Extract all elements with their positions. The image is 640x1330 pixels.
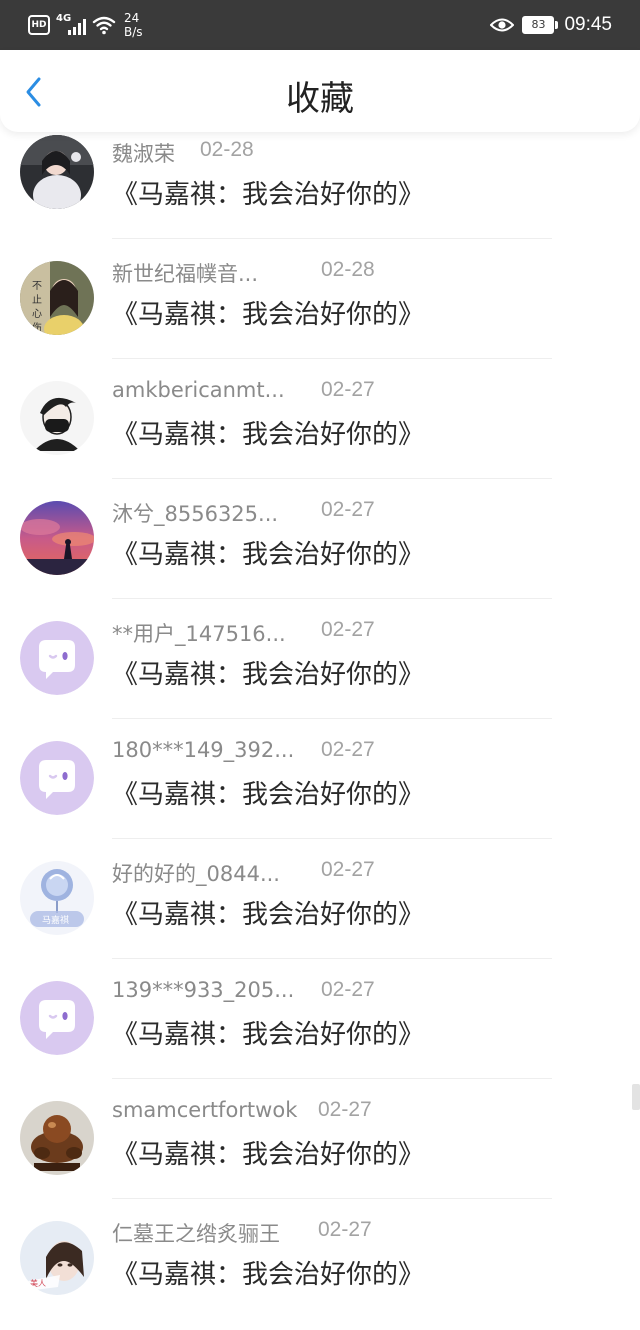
status-left: HD 4G 24 B/s — [28, 10, 150, 40]
header: 收藏 — [0, 50, 640, 132]
username[interactable]: 仁墓王之绺炙骊王 — [112, 1218, 280, 1248]
work-title[interactable]: 《马嘉祺：我会治好你的》 — [112, 1134, 424, 1171]
divider — [112, 718, 552, 719]
username[interactable]: 新世纪福幞音... — [112, 258, 258, 288]
date: 02-27 — [321, 498, 375, 521]
divider — [112, 958, 552, 959]
svg-text:伤: 伤 — [32, 321, 42, 334]
avatar[interactable] — [20, 501, 94, 575]
username[interactable]: 139***933_205... — [112, 978, 294, 1002]
work-title[interactable]: 《马嘉祺：我会治好你的》 — [112, 894, 424, 931]
date: 02-27 — [318, 1098, 372, 1121]
work-title[interactable]: 《马嘉祺：我会治好你的》 — [112, 654, 424, 691]
chevron-left-icon — [26, 77, 41, 107]
default-avatar-icon[interactable] — [20, 741, 94, 815]
default-avatar-icon[interactable] — [20, 621, 94, 695]
list-item[interactable]: 180***149_392... 02-27 《马嘉祺：我会治好你的》 — [0, 726, 640, 846]
avatar[interactable]: 美人 — [20, 1221, 94, 1295]
list-item[interactable]: **用户_147516... 02-27 《马嘉祺：我会治好你的》 — [0, 606, 640, 726]
username[interactable]: amkbericanmt... — [112, 378, 285, 402]
avatar[interactable] — [20, 1101, 94, 1175]
network-speed: 24 B/s — [124, 11, 150, 39]
date: 02-27 — [321, 738, 375, 761]
divider — [112, 358, 552, 359]
date: 02-27 — [321, 378, 375, 401]
avatar[interactable]: 马嘉祺 — [20, 861, 94, 935]
date: 02-28 — [321, 258, 375, 281]
work-title[interactable]: 《马嘉祺：我会治好你的》 — [112, 534, 424, 571]
avatar[interactable] — [20, 135, 94, 209]
work-title[interactable]: 《马嘉祺：我会治好你的》 — [112, 414, 424, 451]
list-item[interactable]: 沐兮_8556325... 02-27 《马嘉祺：我会治好你的》 — [0, 486, 640, 606]
wifi-icon — [92, 16, 116, 35]
eye-icon — [490, 18, 515, 32]
speed-value: 24 — [124, 11, 140, 25]
signal-icon: 4G — [56, 13, 86, 37]
svg-text:美人: 美人 — [30, 1278, 46, 1288]
username[interactable]: 魏淑荣 — [112, 138, 175, 168]
svg-text:心: 心 — [32, 308, 42, 320]
date: 02-27 — [318, 1218, 372, 1241]
date: 02-27 — [321, 978, 375, 1001]
avatar[interactable] — [20, 381, 94, 455]
divider — [112, 1198, 552, 1199]
username[interactable]: 沐兮_8556325... — [112, 498, 278, 528]
back-button[interactable] — [14, 70, 54, 110]
work-title[interactable]: 《马嘉祺：我会治好你的》 — [112, 174, 424, 211]
hd-icon: HD — [28, 15, 50, 35]
scrollbar-thumb[interactable] — [632, 1084, 640, 1110]
status-bar: HD 4G 24 B/s 83 09:45 — [0, 0, 640, 50]
list-item[interactable]: smamcertfortwok 02-27 《马嘉祺：我会治好你的》 — [0, 1086, 640, 1206]
list-item[interactable]: 不 止 心 伤 新世纪福幞音... 02-28 《马嘉祺：我会治好你的》 — [0, 246, 640, 366]
status-right: 83 09:45 — [490, 10, 612, 40]
work-title[interactable]: 《马嘉祺：我会治好你的》 — [112, 1014, 424, 1051]
list-item[interactable]: 美人 仁墓王之绺炙骊王 02-27 《马嘉祺：我会治好你的》 — [0, 1206, 640, 1326]
work-title[interactable]: 《马嘉祺：我会治好你的》 — [112, 1254, 424, 1291]
username[interactable]: 好的好的_0844... — [112, 858, 280, 888]
date: 02-28 — [200, 138, 254, 161]
divider — [112, 238, 552, 239]
username[interactable]: 180***149_392... — [112, 738, 294, 762]
list-item[interactable]: 魏淑荣 02-28 《马嘉祺：我会治好你的》 — [0, 126, 640, 246]
list-item[interactable]: 马嘉祺 好的好的_0844... 02-27 《马嘉祺：我会治好你的》 — [0, 846, 640, 966]
username[interactable]: smamcertfortwok — [112, 1098, 297, 1122]
default-avatar-icon[interactable] — [20, 981, 94, 1055]
svg-text:马嘉祺: 马嘉祺 — [42, 914, 69, 926]
battery-icon: 83 — [522, 16, 559, 34]
divider — [112, 598, 552, 599]
list-item[interactable]: 139***933_205... 02-27 《马嘉祺：我会治好你的》 — [0, 966, 640, 1086]
work-title[interactable]: 《马嘉祺：我会治好你的》 — [112, 294, 424, 331]
date: 02-27 — [321, 618, 375, 641]
page-title: 收藏 — [286, 79, 354, 119]
date: 02-27 — [321, 858, 375, 881]
username[interactable]: **用户_147516... — [112, 618, 286, 648]
svg-text:止: 止 — [32, 294, 42, 306]
svg-text:不: 不 — [32, 281, 42, 292]
divider — [112, 1078, 552, 1079]
work-title[interactable]: 《马嘉祺：我会治好你的》 — [112, 774, 424, 811]
speed-unit: B/s — [124, 25, 143, 39]
clock: 09:45 — [564, 14, 612, 35]
divider — [112, 478, 552, 479]
divider — [112, 838, 552, 839]
avatar[interactable]: 不 止 心 伤 — [20, 261, 94, 335]
list-item[interactable]: amkbericanmt... 02-27 《马嘉祺：我会治好你的》 — [0, 366, 640, 486]
